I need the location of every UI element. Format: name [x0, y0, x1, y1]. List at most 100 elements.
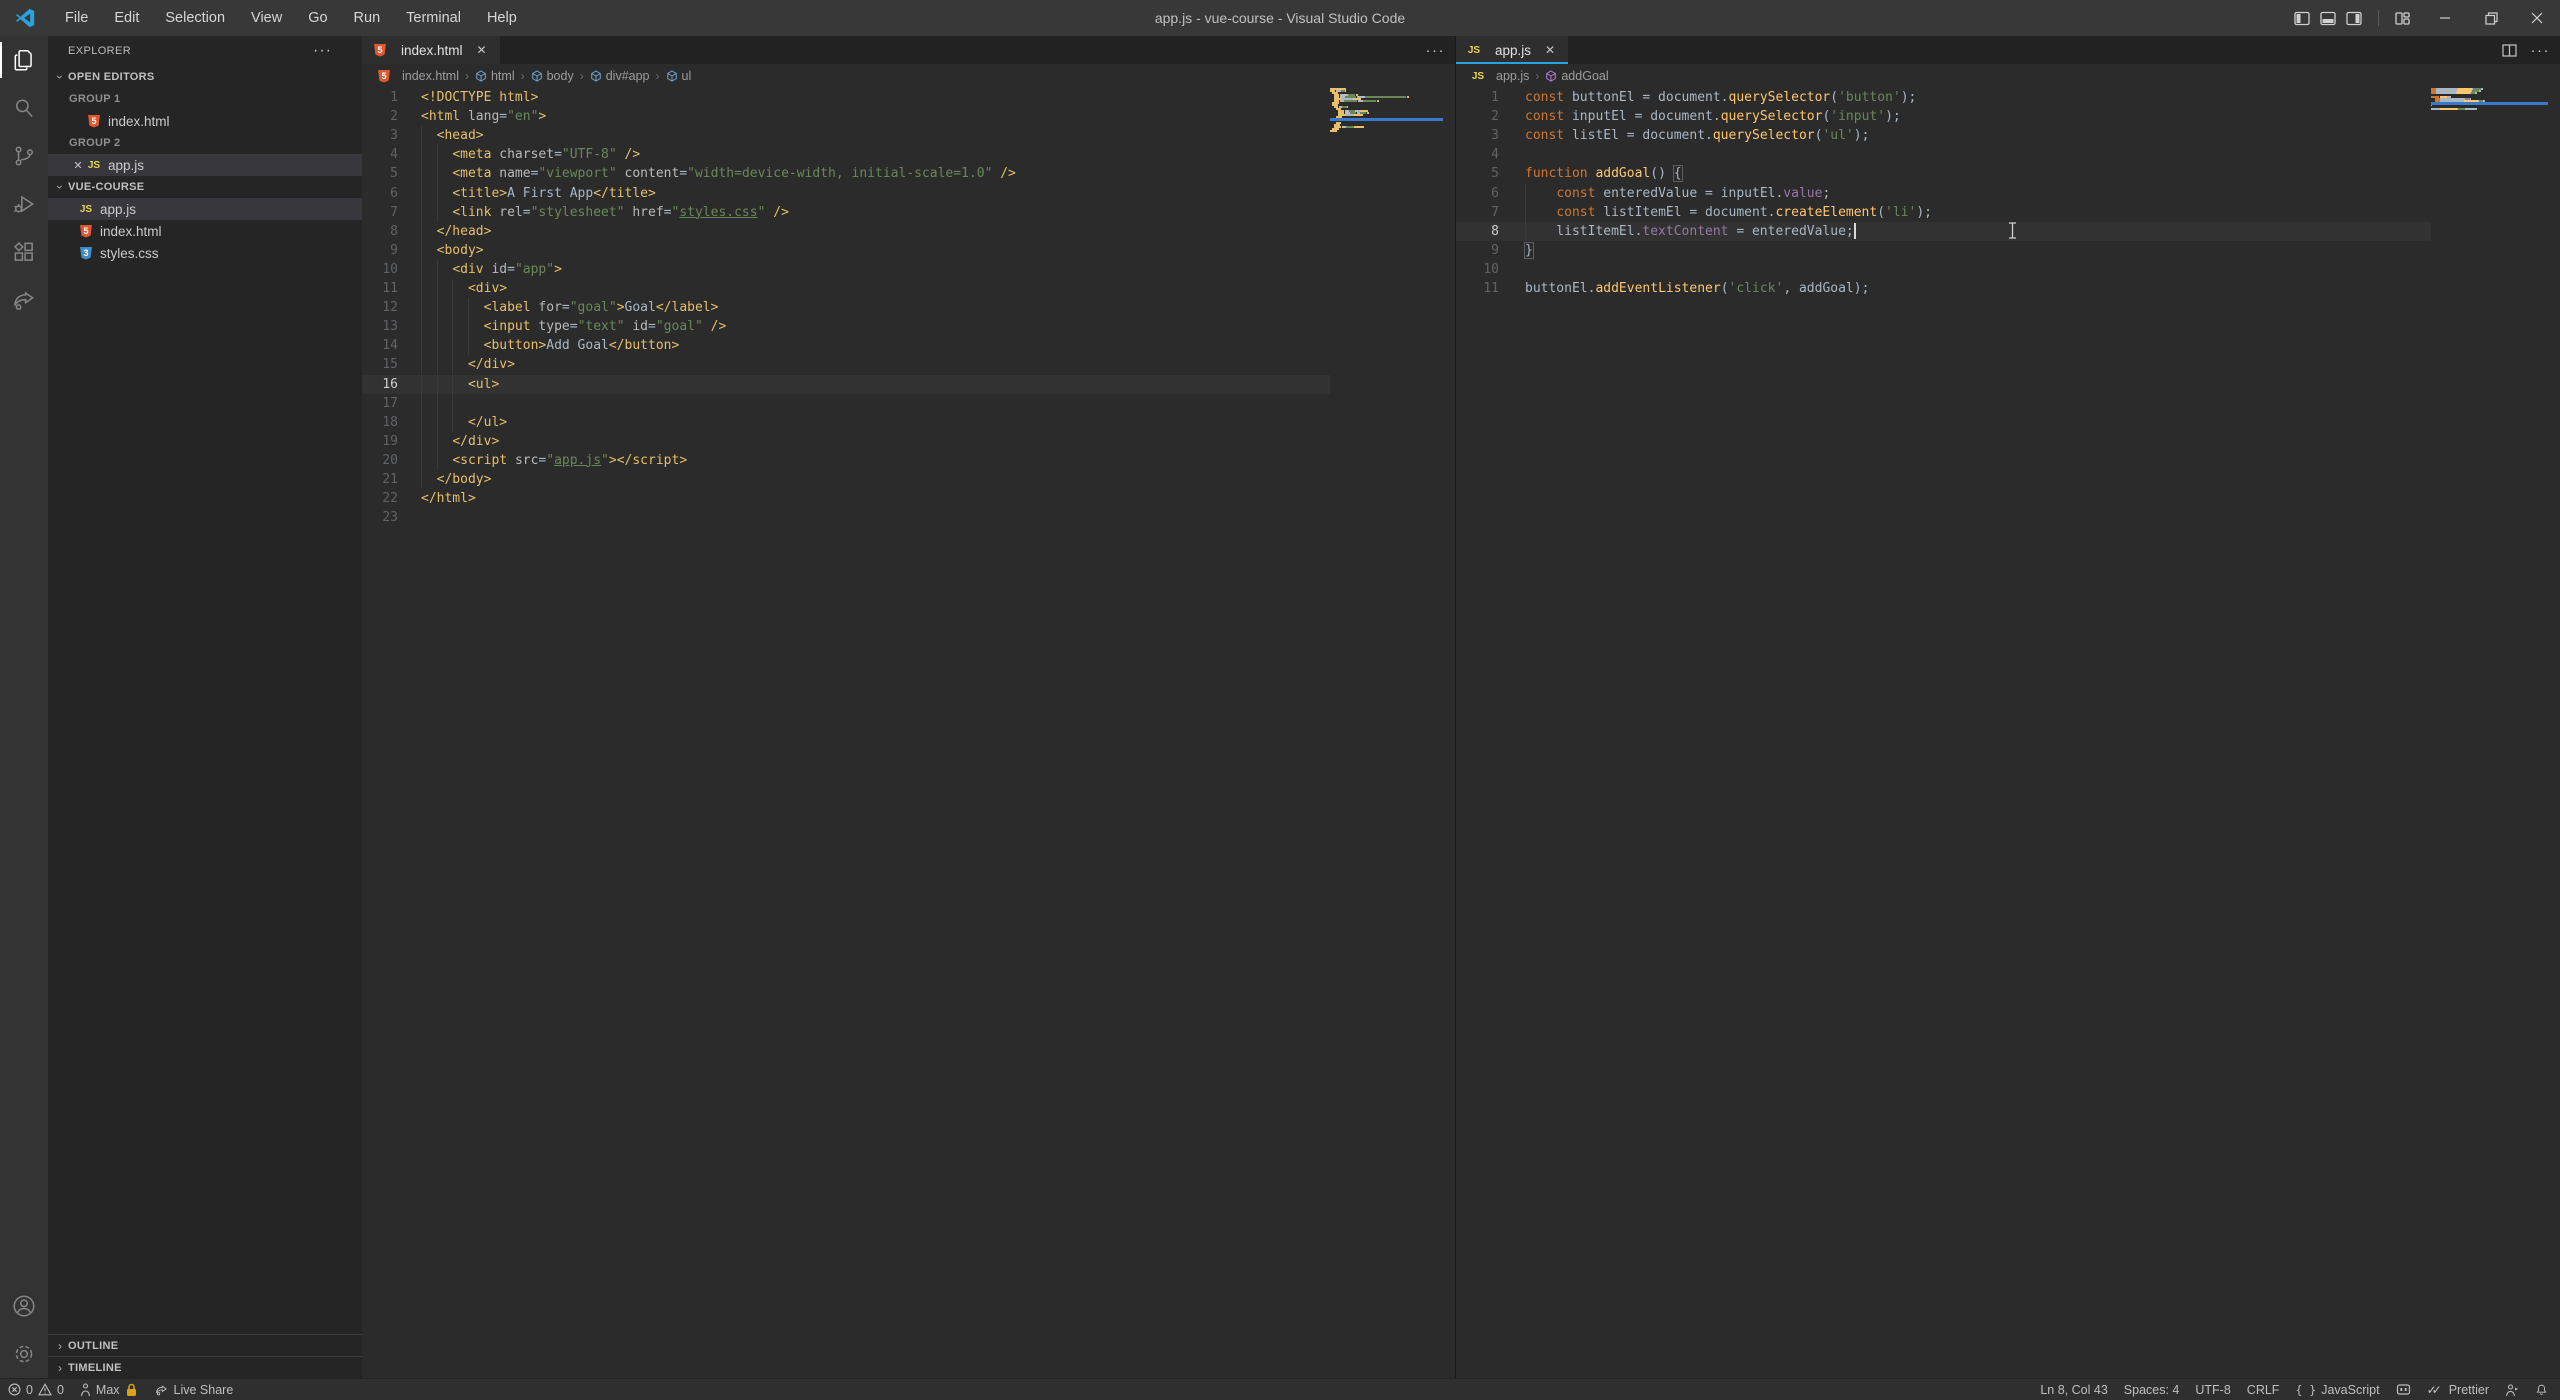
close-tab-icon[interactable]: ✕ — [1542, 43, 1558, 57]
line-number: 20 — [362, 451, 398, 470]
search-icon[interactable] — [0, 84, 48, 132]
live-share-label: Live Share — [174, 1383, 234, 1397]
line-number: 14 — [362, 336, 398, 355]
toggle-sidebar-icon[interactable] — [2294, 11, 2310, 26]
code-line-4: 4 <meta charset="UTF-8" /> — [362, 145, 1455, 164]
line-number: 8 — [362, 222, 398, 241]
minimize-button[interactable] — [2422, 0, 2468, 36]
section-outline[interactable]: ›OUTLINE — [48, 1334, 362, 1356]
source-control-icon[interactable] — [0, 132, 48, 180]
line-number: 9 — [1456, 241, 1499, 260]
explorer-icon[interactable] — [0, 36, 48, 84]
code-line-18: 18 </ul> — [362, 413, 1455, 432]
account-icon[interactable] — [0, 1282, 48, 1330]
file-name: app.js — [100, 202, 136, 217]
eol-status[interactable]: CRLF — [2239, 1379, 2288, 1400]
breadcrumb-item-index.html[interactable]: 5index.html — [376, 68, 459, 84]
toggle-secondary-sidebar-icon[interactable] — [2346, 11, 2362, 26]
breadcrumb-separator: › — [1535, 69, 1539, 83]
tree-item-app.js[interactable]: JSapp.js — [48, 198, 362, 220]
menu-help[interactable]: Help — [474, 0, 530, 36]
extensions-icon[interactable] — [0, 228, 48, 276]
line-number: 4 — [362, 145, 398, 164]
tree-item-styles.css[interactable]: 3styles.css — [48, 242, 362, 264]
breadcrumb-separator: › — [465, 69, 469, 83]
menu-terminal[interactable]: Terminal — [393, 0, 474, 36]
line-number: 17 — [362, 394, 398, 413]
close-icon[interactable]: ✕ — [70, 159, 86, 172]
indentation-status[interactable]: Spaces: 4 — [2116, 1379, 2188, 1400]
section-timeline[interactable]: ›TIMELINE — [48, 1356, 362, 1378]
encoding-status[interactable]: UTF-8 — [2187, 1379, 2238, 1400]
line-number: 9 — [362, 241, 398, 260]
explorer-more-actions-icon[interactable]: ··· — [313, 42, 332, 60]
symbol-cube-icon — [1545, 70, 1557, 82]
run-and-debug-icon[interactable] — [0, 180, 48, 228]
activity-bar — [0, 36, 48, 1378]
open-editor-item-app.js[interactable]: ✕JSapp.js — [48, 154, 362, 176]
feedback-person-icon — [2505, 1383, 2519, 1397]
max-status[interactable]: Max — [72, 1379, 146, 1400]
code-editor-js[interactable]: 1const buttonEl = document.querySelector… — [1456, 88, 2560, 1378]
menu-file[interactable]: File — [52, 0, 101, 36]
double-check-icon: ✓✓ — [2427, 1383, 2437, 1397]
extension-status[interactable] — [2388, 1379, 2419, 1400]
code-editor-html[interactable]: 1<!DOCTYPE html>2<html lang="en">3 <head… — [362, 88, 1455, 1378]
breadcrumb-item-app.js[interactable]: JSapp.js — [1470, 68, 1529, 84]
menu-selection[interactable]: Selection — [152, 0, 238, 36]
menu-run[interactable]: Run — [341, 0, 394, 36]
chevron-right-icon: › — [52, 1339, 68, 1353]
open-editor-item-index.html[interactable]: 5index.html — [48, 110, 362, 132]
editor-more-actions-icon[interactable]: ··· — [2531, 42, 2551, 59]
prettier-status[interactable]: ✓✓ Prettier — [2419, 1379, 2497, 1400]
code-line-3: 3const listEl = document.querySelector('… — [1456, 126, 2560, 145]
toggle-panel-icon[interactable] — [2320, 11, 2336, 26]
file-name: index.html — [100, 224, 162, 239]
code-line-22: 22</html> — [362, 489, 1455, 508]
warning-count: 0 — [57, 1383, 64, 1397]
chevron-right-icon: › — [52, 1361, 68, 1375]
minimap[interactable] — [2431, 88, 2548, 110]
line-number: 21 — [362, 470, 398, 489]
menu-view[interactable]: View — [238, 0, 295, 36]
line-number: 2 — [362, 107, 398, 126]
tab-strip-left: 5index.html✕ — [362, 36, 1455, 64]
language-mode-status[interactable]: { } JavaScript — [2287, 1379, 2387, 1400]
notifications-bell-icon[interactable] — [2527, 1379, 2556, 1400]
breadcrumb-item-body[interactable]: body — [531, 69, 574, 83]
code-line-3: 3 <head> — [362, 126, 1455, 145]
line-number: 7 — [362, 203, 398, 222]
editor-more-actions-icon[interactable]: ··· — [1426, 42, 1446, 59]
problems-status[interactable]: 0 0 — [0, 1379, 72, 1400]
tab-index.html[interactable]: 5index.html✕ — [362, 36, 500, 64]
open-editors-header[interactable]: ›OPEN EDITORS — [48, 66, 362, 88]
live-share-status[interactable]: Live Share — [146, 1379, 242, 1400]
restore-button[interactable] — [2468, 0, 2514, 36]
menu-go[interactable]: Go — [295, 0, 340, 36]
breadcrumb-item-addGoal[interactable]: addGoal — [1545, 69, 1608, 83]
live-share-icon[interactable] — [0, 276, 48, 324]
cursor-position-status[interactable]: Ln 8, Col 43 — [2032, 1379, 2115, 1400]
tree-item-index.html[interactable]: 5index.html — [48, 220, 362, 242]
settings-gear-icon[interactable] — [0, 1330, 48, 1378]
breadcrumb-item-ul[interactable]: ul — [666, 69, 692, 83]
breadcrumb-left[interactable]: 5index.html›html›body›div#app›ul — [362, 64, 1455, 88]
menu-edit[interactable]: Edit — [101, 0, 152, 36]
breadcrumb-item-div#app[interactable]: div#app — [590, 69, 650, 83]
tab-app.js[interactable]: JSapp.js✕ — [1456, 36, 1568, 64]
feedback-status[interactable] — [2497, 1379, 2527, 1400]
breadcrumb-right[interactable]: JSapp.js › addGoal — [1456, 64, 2560, 88]
minimap[interactable] — [1330, 88, 1443, 134]
breadcrumb-item-html[interactable]: html — [475, 69, 515, 83]
editor-group-label: GROUP 2 — [48, 132, 362, 154]
customize-layout-icon[interactable] — [2395, 11, 2410, 26]
symbol-cube-icon — [475, 70, 487, 82]
split-editor-icon[interactable] — [2502, 44, 2517, 57]
symbol-cube-icon — [531, 70, 543, 82]
folder-header-vue-course[interactable]: ›VUE-COURSE — [48, 176, 362, 198]
close-window-button[interactable] — [2514, 0, 2560, 36]
open-editors-label: OPEN EDITORS — [68, 71, 155, 83]
editor-group-left: 5index.html✕ ··· 5index.html›html›body›d… — [362, 36, 1455, 1378]
vscode-window: { "titlebar": { "title": "app.js - vue-c… — [0, 0, 2560, 1400]
close-tab-icon[interactable]: ✕ — [474, 43, 490, 57]
